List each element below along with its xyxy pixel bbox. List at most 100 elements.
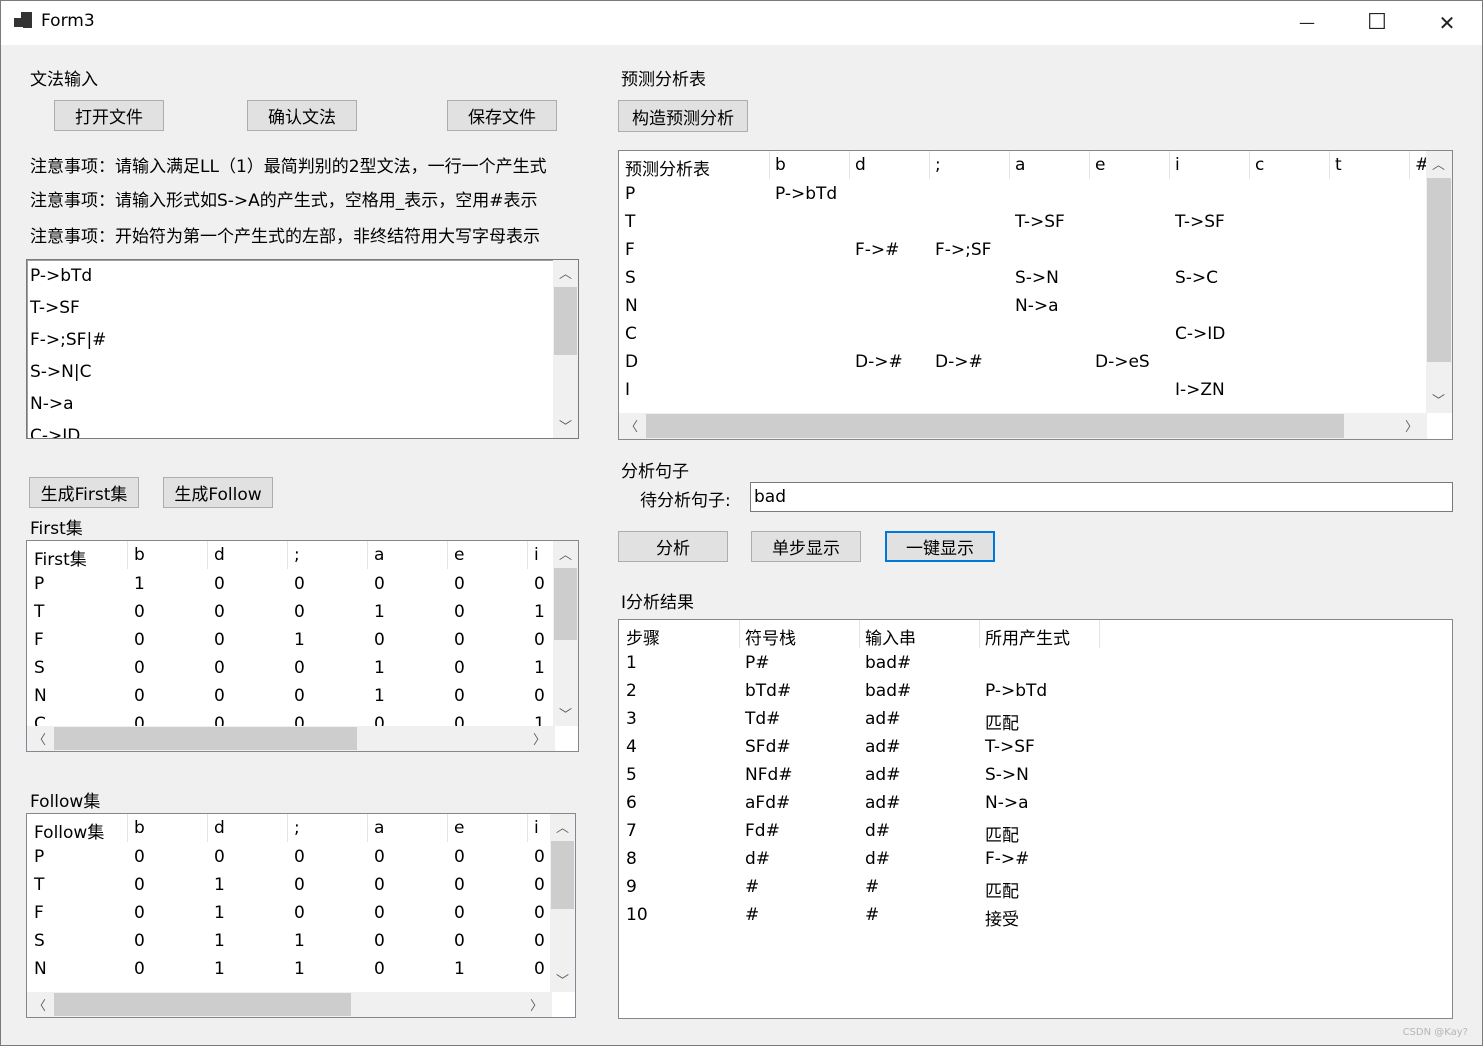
column-divider[interactable] [1409, 151, 1410, 179]
column-header[interactable]: i [1175, 155, 1180, 175]
analysis-result-grid[interactable]: 步骤 符号栈 输入串 所用产生式 1 P# bad# 2 bTd# bad# P->bTd 3 Td# a… [618, 619, 1453, 1019]
column-header[interactable]: i [534, 818, 539, 838]
maximize-button[interactable]: ☐ [1342, 0, 1412, 45]
scroll-thumb[interactable] [1427, 178, 1451, 362]
column-divider[interactable] [769, 151, 770, 179]
column-divider[interactable] [127, 814, 128, 842]
column-header[interactable]: b [775, 155, 786, 175]
column-header[interactable]: 输入串 [865, 624, 916, 649]
column-header[interactable]: 预测分析表 [625, 155, 710, 180]
column-divider[interactable] [859, 620, 860, 648]
column-header[interactable]: ; [935, 155, 941, 175]
scroll-left-icon[interactable]: 〈 [27, 726, 52, 751]
generate-follow-button[interactable]: 生成Follow [163, 477, 273, 508]
scroll-right-icon[interactable]: 〉 [524, 992, 549, 1017]
column-divider[interactable] [849, 151, 850, 179]
scroll-up-icon[interactable]: ︿ [553, 541, 578, 566]
scroll-thumb[interactable] [54, 993, 351, 1016]
column-header[interactable]: 符号栈 [745, 624, 796, 649]
follow-set-grid[interactable]: Follow集 b d; a e i P 0 0 0 0 0 0 T 0 1 0 0 0 0 F 0 1 0 0 0 0 S 0 1 1 0 0… [26, 813, 576, 1018]
column-divider[interactable] [367, 541, 368, 569]
column-divider[interactable] [287, 814, 288, 842]
scroll-right-icon[interactable]: 〉 [1399, 413, 1424, 438]
generate-first-button[interactable]: 生成First集 [29, 477, 139, 508]
scroll-thumb[interactable] [551, 841, 574, 909]
column-divider[interactable] [1099, 620, 1100, 648]
column-divider[interactable] [1169, 151, 1170, 179]
scroll-up-icon[interactable]: ︿ [550, 814, 575, 839]
column-header[interactable]: 所用产生式 [985, 624, 1070, 649]
column-header[interactable]: e [454, 545, 464, 565]
column-divider[interactable] [287, 541, 288, 569]
column-header[interactable]: a [374, 818, 384, 838]
column-divider[interactable] [739, 620, 740, 648]
scroll-left-icon[interactable]: 〈 [619, 413, 644, 438]
scroll-left-icon[interactable]: 〈 [27, 992, 52, 1017]
column-header[interactable]: i [534, 545, 539, 565]
grammar-textbox[interactable]: P->bTd T->SF F->;SF|# S->N|C N->a C->ID … [26, 259, 579, 439]
grammar-vscrollbar[interactable]: ︿ ﹀ [553, 260, 578, 438]
column-divider[interactable] [207, 814, 208, 842]
column-divider[interactable] [1089, 151, 1090, 179]
column-header[interactable]: ; [294, 545, 300, 565]
scroll-up-icon[interactable]: ︿ [1426, 151, 1451, 176]
scroll-down-icon[interactable]: ﹀ [550, 967, 575, 992]
build-predict-table-button[interactable]: 构造预测分析 [618, 100, 748, 132]
scroll-thumb[interactable] [54, 727, 357, 750]
column-divider[interactable] [527, 541, 528, 569]
column-header[interactable]: e [1095, 155, 1105, 175]
column-header[interactable]: t [1335, 155, 1342, 175]
first-hscrollbar[interactable]: 〈 〉 [27, 726, 555, 751]
column-header[interactable]: b [134, 818, 145, 838]
scroll-down-icon[interactable]: ﹀ [553, 701, 578, 726]
column-divider[interactable] [979, 620, 980, 648]
close-button[interactable]: ✕ [1412, 0, 1482, 45]
follow-vscrollbar[interactable]: ︿ ﹀ [550, 814, 575, 992]
column-header[interactable]: a [374, 545, 384, 565]
save-file-button[interactable]: 保存文件 [447, 100, 557, 131]
column-divider[interactable] [1009, 151, 1010, 179]
minimize-button[interactable]: — [1272, 0, 1342, 45]
column-header[interactable]: 步骤 [626, 624, 660, 649]
column-divider[interactable] [1329, 151, 1330, 179]
column-header[interactable]: Follow集 [34, 818, 104, 843]
column-header[interactable]: d [855, 155, 866, 175]
predict-hscrollbar[interactable]: 〈 〉 [619, 413, 1427, 439]
first-vscrollbar[interactable]: ︿ ﹀ [553, 541, 578, 726]
column-header[interactable]: d [214, 545, 225, 565]
column-header[interactable]: e [454, 818, 464, 838]
open-file-button[interactable]: 打开文件 [54, 100, 164, 131]
show-all-button[interactable]: 一键显示 [885, 531, 995, 562]
column-divider[interactable] [207, 541, 208, 569]
scroll-thumb[interactable] [554, 287, 577, 355]
analyze-button[interactable]: 分析 [618, 531, 728, 562]
table-cell: 10 [626, 905, 648, 925]
column-divider[interactable] [447, 814, 448, 842]
column-divider[interactable] [367, 814, 368, 842]
column-divider[interactable] [447, 541, 448, 569]
column-divider[interactable] [929, 151, 930, 179]
predict-vscrollbar[interactable]: ︿ ﹀ [1426, 151, 1452, 413]
follow-hscrollbar[interactable]: 〈 〉 [27, 992, 552, 1017]
column-header[interactable]: a [1015, 155, 1025, 175]
scroll-down-icon[interactable]: ﹀ [553, 413, 578, 438]
scroll-up-icon[interactable]: ︿ [553, 260, 578, 285]
confirm-grammar-button[interactable]: 确认文法 [247, 100, 357, 131]
table-cell: 1 [374, 602, 385, 622]
scroll-right-icon[interactable]: 〉 [527, 726, 552, 751]
column-divider[interactable] [127, 541, 128, 569]
scroll-thumb[interactable] [646, 414, 1344, 438]
column-divider[interactable] [527, 814, 528, 842]
column-header[interactable]: b [134, 545, 145, 565]
step-display-button[interactable]: 单步显示 [751, 531, 861, 562]
first-set-grid[interactable]: First集 b d; a e i P 1 0 0 0 0 0 T 0 0 0 1 0 1 F 0 0 1 0 0 0 S 0 0 0 1 0 1… [26, 540, 579, 752]
sentence-input[interactable] [750, 482, 1453, 512]
column-header[interactable]: ; [294, 818, 300, 838]
column-header[interactable]: First集 [34, 545, 87, 570]
column-header[interactable]: d [214, 818, 225, 838]
column-divider[interactable] [1249, 151, 1250, 179]
scroll-down-icon[interactable]: ﹀ [1426, 387, 1451, 412]
scroll-thumb[interactable] [554, 568, 577, 640]
column-header[interactable]: c [1255, 155, 1264, 175]
predict-table-grid[interactable]: 预测分析表bd;aeict#PP->bTdTT->SFT->SFFF->#F->… [618, 150, 1453, 440]
